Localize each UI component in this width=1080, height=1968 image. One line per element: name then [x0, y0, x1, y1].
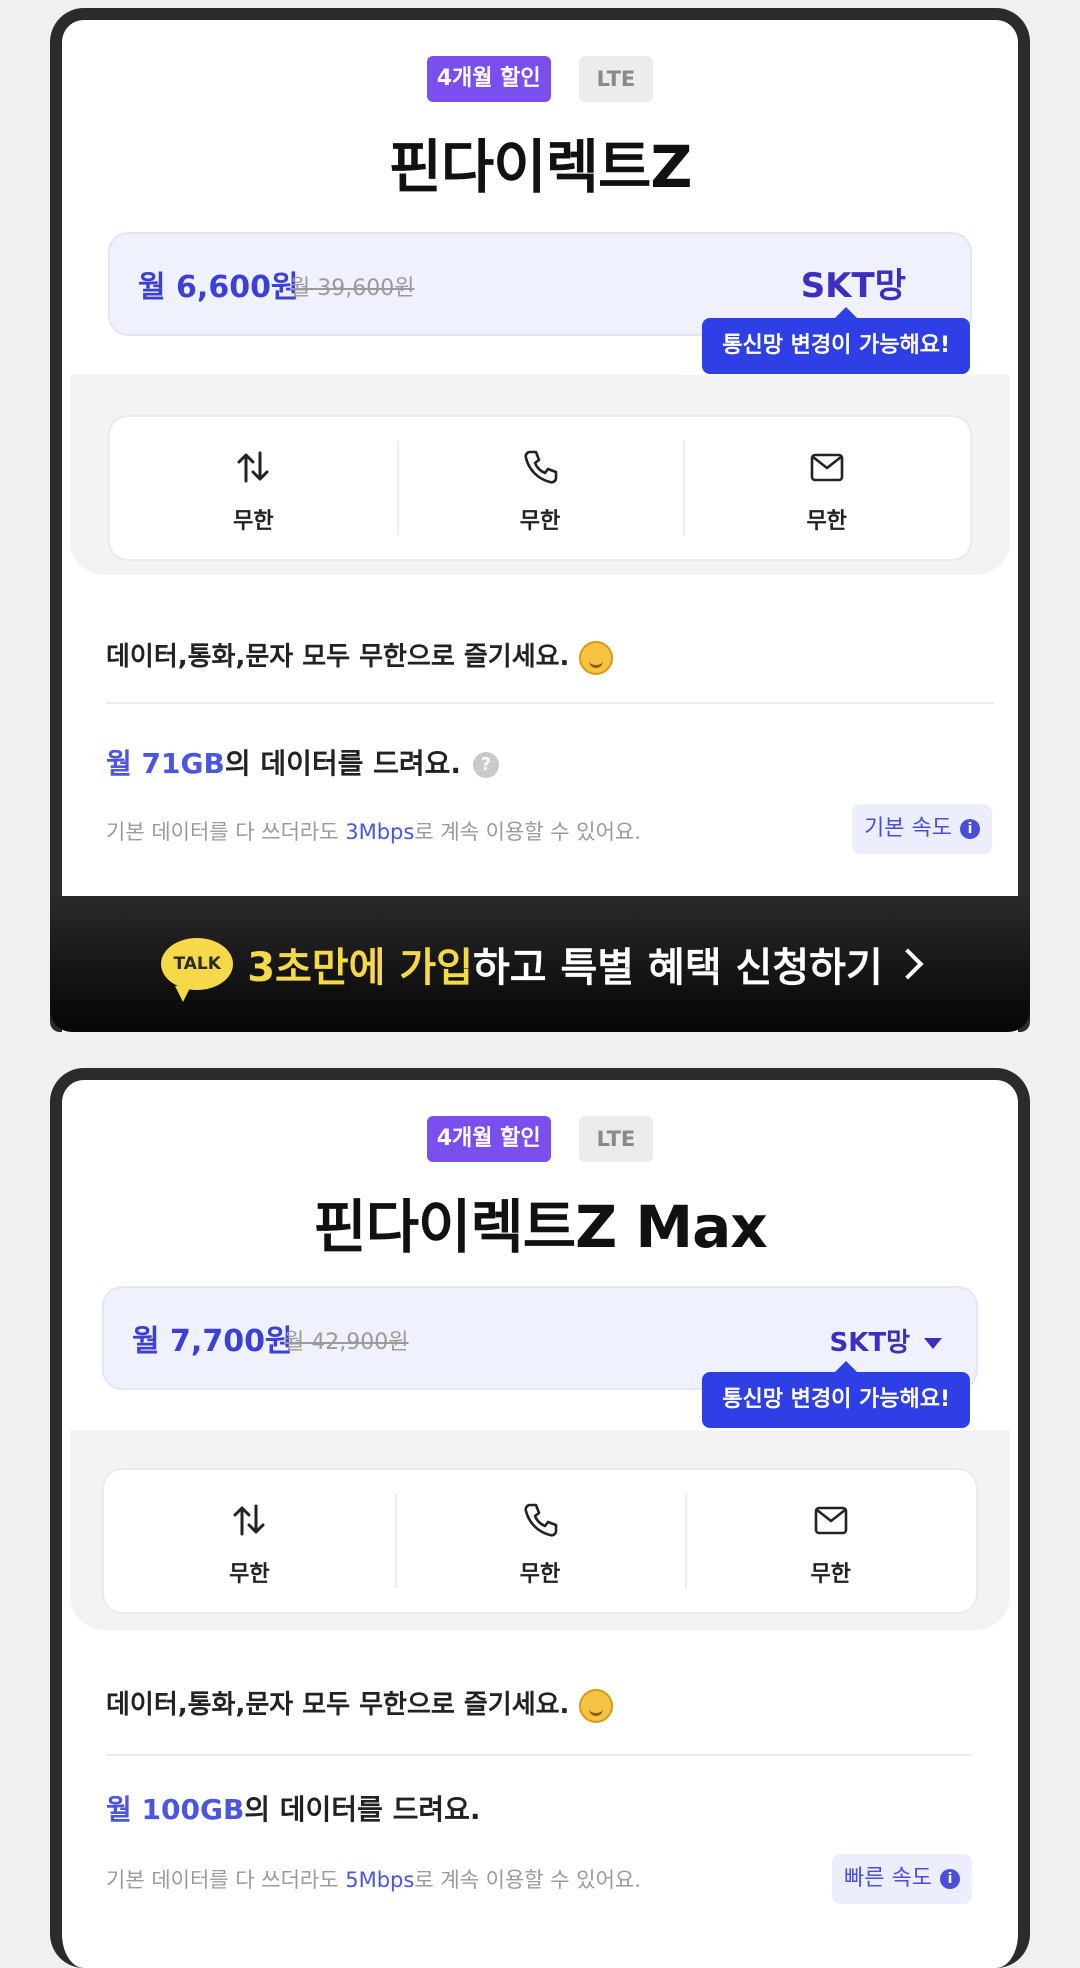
divider — [106, 702, 994, 704]
plan-title: 핀다이렉트Z Max — [313, 1193, 767, 1261]
tooltip-text: 통신망 변경이 가능해요! — [722, 1387, 950, 1412]
tooltip-text: 통신망 변경이 가능해요! — [722, 333, 950, 358]
speed-info-chip[interactable]: 빠른 속도 i — [832, 1854, 972, 1904]
speed-chip-label: 기본 속도 — [864, 816, 952, 841]
feature-label: 무한 — [519, 509, 561, 534]
feature-call: 무한 — [396, 417, 684, 559]
data-allowance: 월 100GB의 데이터를 드려요. — [106, 1788, 481, 1828]
plan-tagline: 데이터,통화,문자 모두 무한으로 즐기세요. — [106, 636, 614, 675]
feature-label: 무한 — [806, 509, 847, 534]
speed-note-suffix: 로 계속 이용할 수 있어요. — [414, 1868, 641, 1892]
feature-call: 무한 — [394, 1470, 686, 1612]
speed-note-prefix: 기본 데이터를 다 쓰더라도 — [106, 820, 346, 844]
cta-text: 하고 특별 혜택 신청하기 — [472, 945, 883, 991]
chevron-right-icon — [892, 948, 924, 980]
kakao-signup-button[interactable]: TALK 3초만에 가입 하고 특별 혜택 신청하기 — [50, 896, 1030, 1032]
plan-title: 핀다이렉트Z — [388, 133, 693, 201]
feature-message: 무한 — [685, 1470, 976, 1612]
data-allowance-text: 의 데이터를 드려요. — [224, 747, 462, 780]
cta-highlight: 3초만에 가입 — [247, 945, 473, 991]
feature-data: 무한 — [104, 1470, 395, 1612]
info-icon: i — [940, 1869, 960, 1889]
phone-icon — [524, 450, 558, 484]
plan-price-original: 월 42,900원 — [284, 1330, 409, 1355]
carrier-label: SKT망 — [829, 1328, 910, 1358]
divider — [106, 1754, 972, 1756]
data-allowance-text: 의 데이터를 드려요. — [244, 1793, 481, 1826]
carrier-change-tooltip: 통신망 변경이 가능해요! — [702, 307, 970, 374]
plan-tagline: 데이터,통화,문자 모두 무한으로 즐기세요. — [106, 1684, 614, 1723]
tooltip-arrow-icon — [834, 307, 858, 319]
caret-down-icon — [924, 1338, 942, 1349]
tooltip-arrow-icon — [834, 1361, 858, 1373]
feature-label: 무한 — [519, 1562, 561, 1587]
plan-badges: 4개월 할인 LTE — [62, 1116, 1018, 1162]
help-icon[interactable]: ? — [473, 752, 500, 778]
speed-value: 3Mbps — [345, 820, 415, 844]
data-amount: 월 71GB — [106, 747, 225, 780]
data-amount: 월 100GB — [106, 1793, 245, 1826]
tagline-text: 데이터,통화,문자 모두 무한으로 즐기세요. — [106, 642, 570, 672]
plan-badges: 4개월 할인 LTE — [62, 56, 1018, 102]
feature-summary: 무한 무한 무한 — [108, 415, 972, 561]
network-badge: LTE — [578, 56, 654, 102]
feature-label: 무한 — [233, 509, 274, 534]
speed-value: 5Mbps — [345, 1868, 415, 1892]
mail-icon — [810, 453, 843, 482]
kakao-talk-icon: TALK — [161, 938, 234, 1002]
data-speed-note: 기본 데이터를 다 쓰더라도 5Mbps로 계속 이용할 수 있어요. — [106, 1864, 641, 1894]
plan-card[interactable]: 4개월 할인 LTE 핀다이렉트Z 월 6,600원 월 39,600원 SKT… — [50, 8, 1030, 1032]
speed-note-prefix: 기본 데이터를 다 쓰더라도 — [106, 1868, 346, 1892]
discount-badge: 4개월 할인 — [426, 1116, 551, 1162]
phone-icon — [524, 1503, 558, 1537]
feature-label: 무한 — [810, 1562, 851, 1587]
speed-note-suffix: 로 계속 이용할 수 있어요. — [414, 820, 641, 844]
plan-price: 월 7,700원 — [132, 1324, 293, 1359]
plan-price-original: 월 39,600원 — [290, 276, 415, 301]
data-transfer-icon — [233, 1504, 265, 1536]
data-allowance: 월 71GB의 데이터를 드려요.? — [106, 742, 500, 782]
feature-message: 무한 — [683, 417, 970, 559]
speed-chip-label: 빠른 속도 — [844, 1866, 932, 1891]
feature-summary: 무한 무한 무한 — [102, 1468, 978, 1614]
feature-label: 무한 — [229, 1562, 270, 1587]
data-speed-note: 기본 데이터를 다 쓰더라도 3Mbps로 계속 이용할 수 있어요. — [106, 816, 641, 846]
plan-card[interactable]: 4개월 할인 LTE 핀다이렉트Z Max 월 7,700원 월 42,900원… — [50, 1068, 1030, 1968]
info-icon: i — [960, 819, 980, 839]
smile-emoji-icon — [579, 640, 614, 675]
carrier-label[interactable]: SKT망 — [801, 258, 906, 307]
speed-info-chip[interactable]: 기본 속도 i — [852, 804, 992, 854]
carrier-change-tooltip: 통신망 변경이 가능해요! — [702, 1361, 970, 1428]
feature-data: 무한 — [110, 417, 397, 559]
carrier-select[interactable]: SKT망 — [829, 1322, 942, 1359]
tagline-text: 데이터,통화,문자 모두 무한으로 즐기세요. — [106, 1690, 570, 1720]
plan-price: 월 6,600원 — [138, 270, 299, 305]
network-badge: LTE — [578, 1116, 654, 1162]
mail-icon — [814, 1506, 847, 1535]
discount-badge: 4개월 할인 — [426, 56, 551, 102]
data-transfer-icon — [237, 451, 269, 483]
smile-emoji-icon — [579, 1688, 614, 1723]
